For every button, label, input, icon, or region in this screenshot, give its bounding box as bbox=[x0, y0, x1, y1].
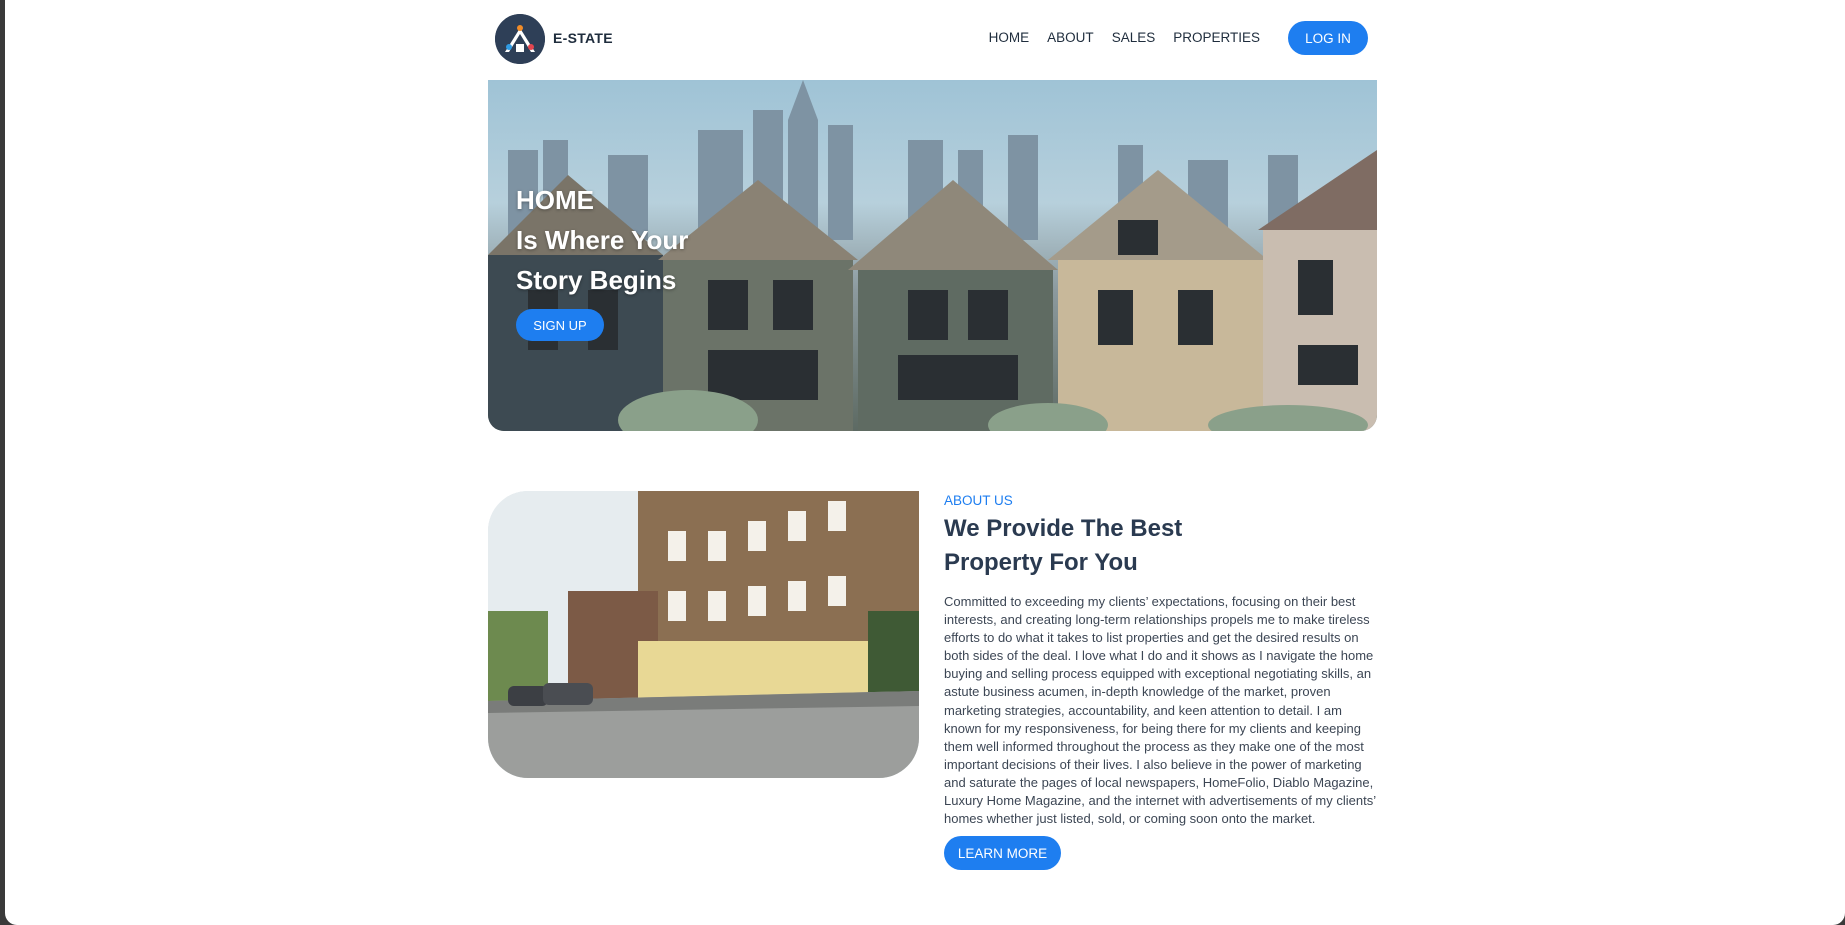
hero-heading-line-3: Story Begins bbox=[516, 265, 677, 295]
nav-sales[interactable]: SALES bbox=[1112, 30, 1156, 45]
brand-name[interactable]: E-STATE bbox=[553, 30, 613, 46]
signup-button[interactable]: SIGN UP bbox=[516, 309, 604, 341]
hero-heading: HOME Is Where Your Story Begins bbox=[516, 180, 688, 300]
about-heading-line-1: We Provide The Best bbox=[944, 515, 1183, 542]
nav-properties[interactable]: PROPERTIES bbox=[1173, 30, 1260, 45]
about-section: ABOUT US We Provide The Best Property Fo… bbox=[944, 491, 1378, 871]
page: E-STATE HOME ABOUT SALES PROPERTIES LOG … bbox=[5, 0, 1845, 925]
main-nav: HOME ABOUT SALES PROPERTIES bbox=[989, 30, 1260, 45]
about-eyebrow: ABOUT US bbox=[944, 493, 1013, 508]
about-paragraph: Committed to exceeding my clients’ expec… bbox=[944, 594, 1376, 827]
header: E-STATE HOME ABOUT SALES PROPERTIES LOG … bbox=[488, 0, 1377, 78]
hero-heading-line-1: HOME bbox=[516, 185, 594, 215]
nav-home[interactable]: HOME bbox=[989, 30, 1030, 45]
logo-icon[interactable] bbox=[495, 14, 545, 64]
hero-banner: HOME Is Where Your Story Begins SIGN UP bbox=[488, 80, 1377, 431]
about-heading-line-2: Property For You bbox=[944, 549, 1138, 576]
about-heading: We Provide The Best Property For You bbox=[944, 512, 1378, 580]
learn-more-button[interactable]: LEARN MORE bbox=[944, 836, 1061, 871]
nav-about[interactable]: ABOUT bbox=[1047, 30, 1094, 45]
login-button[interactable]: LOG IN bbox=[1288, 21, 1368, 55]
hero-heading-line-2: Is Where Your bbox=[516, 225, 689, 255]
about-street-image bbox=[488, 491, 919, 778]
